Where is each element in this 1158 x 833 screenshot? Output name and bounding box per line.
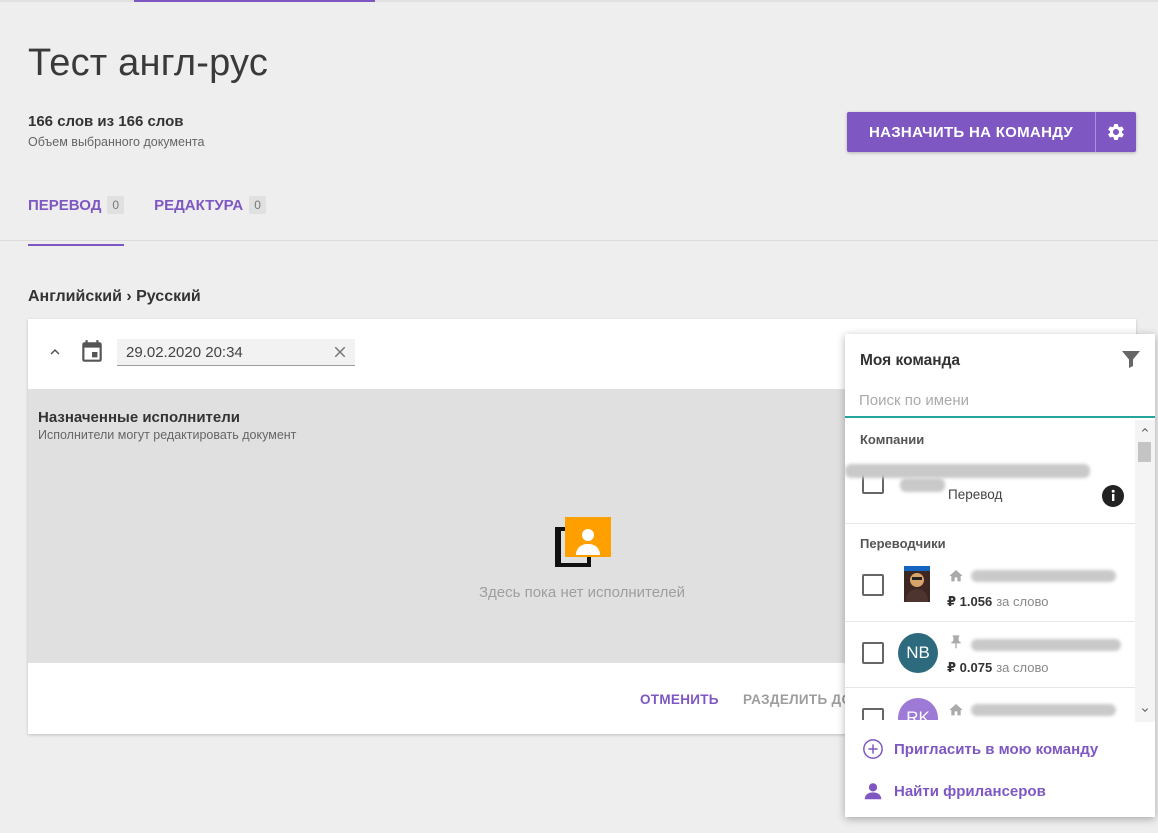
avatar: NB (898, 633, 938, 673)
rate-value: ₽ 1.056 (947, 594, 993, 609)
word-count-caption: Объем выбранного документа (28, 135, 205, 149)
company-role: Перевод (948, 487, 1003, 502)
redacted-name (971, 704, 1116, 716)
language-pair: Английский › Русский (28, 288, 201, 305)
word-count: 166 слов из 166 слов (28, 113, 184, 130)
person-photo-icon (904, 566, 930, 602)
redacted-name (971, 639, 1121, 651)
info-icon[interactable] (1101, 484, 1125, 508)
find-freelancers-link[interactable]: Найти фрилансеров (862, 780, 1046, 802)
home-icon (949, 704, 963, 716)
pin-icon (951, 635, 961, 649)
tab-label: ПЕРЕВОД (28, 196, 102, 214)
panel-title: Моя команда (860, 352, 961, 369)
tab-count-badge: 0 (107, 196, 125, 214)
assign-to-team-button[interactable]: НАЗНАЧИТЬ НА КОМАНДУ (847, 112, 1095, 152)
my-team-dropdown: Моя команда Поиск по имени Компании Пере… (845, 334, 1155, 817)
list-item-translator[interactable]: NB ₽ 0.075 за слово (845, 622, 1135, 688)
rate: ₽ 1.056 за слово (947, 594, 1048, 610)
person-icon (864, 783, 882, 800)
calendar-icon[interactable] (79, 339, 105, 365)
assign-settings-button[interactable] (1096, 112, 1136, 152)
no-assignees-illustration (555, 517, 611, 567)
chevron-down-icon[interactable] (1139, 704, 1151, 716)
tab-translation[interactable]: ПЕРЕВОД 0 (28, 196, 125, 246)
home-icon (949, 570, 963, 582)
close-icon[interactable] (331, 343, 349, 361)
invite-label: Пригласить в мою команду (894, 740, 1099, 758)
assignees-title: Назначенные исполнители (38, 409, 240, 426)
checkbox[interactable] (862, 642, 884, 664)
page-title: Тест англ-рус (28, 42, 269, 84)
gear-icon (1108, 124, 1124, 140)
translators-section-label: Переводчики (860, 536, 946, 551)
checkbox[interactable] (862, 574, 884, 596)
deadline-input[interactable]: 29.02.2020 20:34 (117, 339, 355, 366)
tab-editing[interactable]: РЕДАКТУРА 0 (154, 196, 266, 228)
deadline-value: 29.02.2020 20:34 (126, 343, 243, 361)
filter-icon[interactable] (1119, 347, 1143, 371)
avatar-initials: RK (906, 708, 930, 720)
tabs-divider (0, 240, 1158, 241)
cancel-button[interactable]: ОТМЕНИТЬ (640, 692, 719, 707)
rate-value: ₽ 0.075 (947, 660, 993, 675)
list-item-translator[interactable]: ₽ 1.056 за слово (845, 556, 1135, 622)
scrollbar-thumb[interactable] (1138, 442, 1151, 462)
task-tabs: ПЕРЕВОД 0 РЕДАКТУРА 0 (28, 196, 266, 246)
split-document-button[interactable]: РАЗДЕЛИТЬ ДО (743, 692, 852, 707)
tab-count-badge: 0 (249, 196, 266, 214)
list-item-translator[interactable]: RK (845, 688, 1135, 720)
companies-section-label: Компании (860, 432, 925, 447)
chevron-up-icon[interactable] (46, 343, 64, 361)
team-list: Компании Перевод Переводчики ₽ 1.056 за с… (845, 420, 1135, 720)
checkbox[interactable] (862, 708, 884, 720)
avatar (904, 566, 930, 602)
tab-label: РЕДАКТУРА (154, 196, 244, 214)
search-by-name-input[interactable]: Поиск по имени (845, 384, 1155, 418)
rate-unit: за слово (996, 594, 1049, 609)
redacted-name (971, 570, 1116, 582)
rate: ₽ 0.075 за слово (947, 660, 1048, 676)
assignees-subtitle: Исполнители могут редактировать документ (38, 428, 297, 442)
find-freelancers-label: Найти фрилансеров (894, 782, 1046, 800)
invite-to-team-link[interactable]: Пригласить в мою команду (862, 738, 1098, 760)
list-item-company[interactable]: Перевод (845, 458, 1135, 524)
top-active-indicator (134, 0, 375, 2)
avatar: RK (898, 698, 938, 720)
rate-unit: за слово (996, 660, 1049, 675)
assign-to-team-split-button: НАЗНАЧИТЬ НА КОМАНДУ (847, 112, 1136, 152)
add-circle-icon (863, 739, 883, 759)
avatar-initials: NB (906, 643, 930, 662)
redacted-name (845, 464, 1090, 478)
chevron-up-icon[interactable] (1139, 424, 1151, 436)
redacted-logo (900, 478, 945, 492)
list-scrollbar[interactable] (1135, 420, 1155, 722)
